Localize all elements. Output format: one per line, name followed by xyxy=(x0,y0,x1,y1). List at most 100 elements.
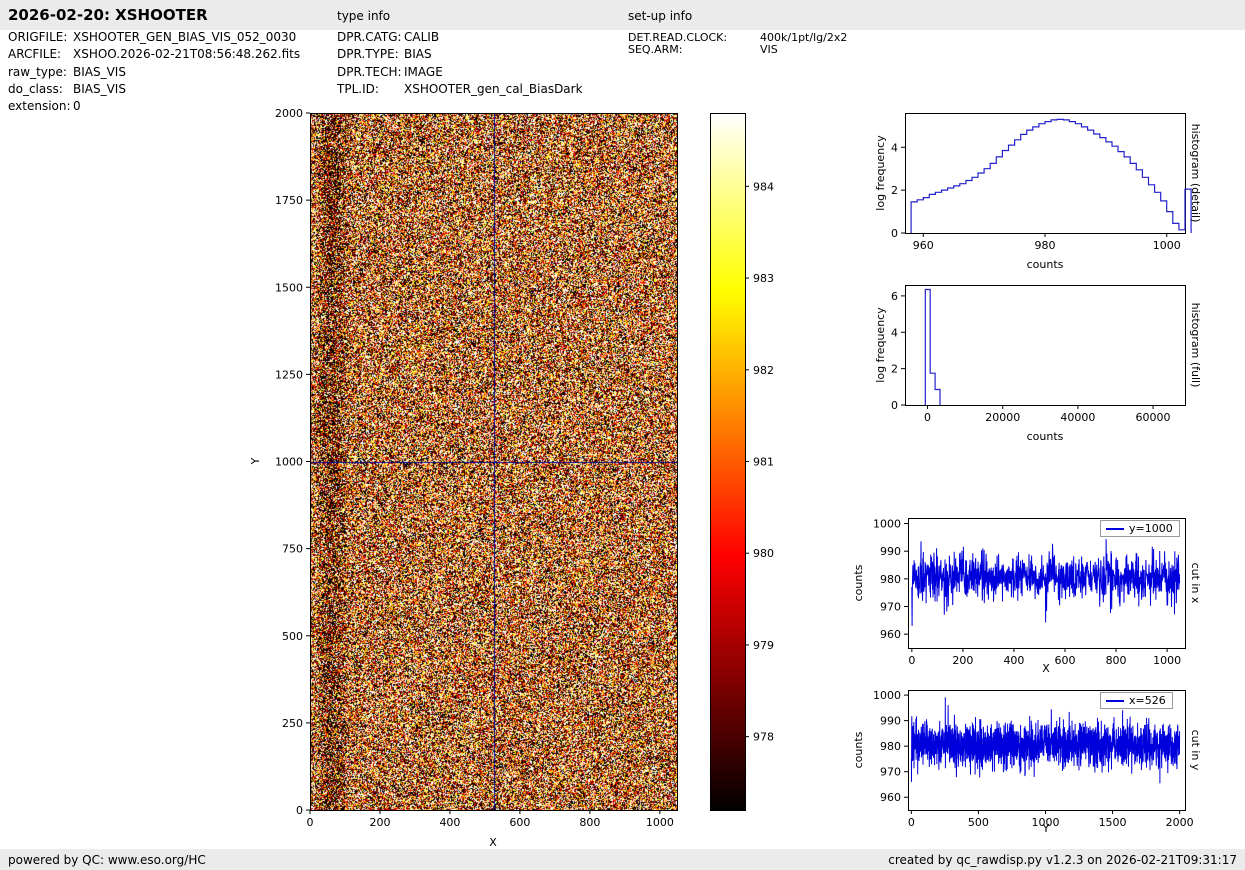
svg-text:1500: 1500 xyxy=(275,281,303,294)
meta-value: BIAS_VIS xyxy=(73,65,126,79)
cut-x-y-axis-label: counts xyxy=(851,483,865,683)
cut-y-x-axis-label: Y xyxy=(1001,822,1091,835)
hist-detail-y-axis-label: log frequency xyxy=(873,73,887,273)
svg-text:0: 0 xyxy=(908,816,915,829)
svg-text:0: 0 xyxy=(891,399,898,412)
hist-full-x-axis-label: counts xyxy=(1000,430,1090,443)
meta-key: DPR.TECH: xyxy=(337,65,402,79)
meta-key: TPL.ID: xyxy=(337,82,379,96)
svg-text:970: 970 xyxy=(880,601,901,614)
svg-text:981: 981 xyxy=(753,456,774,469)
cut-y-side-label: cut in y xyxy=(1189,650,1203,850)
svg-text:1000: 1000 xyxy=(275,456,303,469)
main-x-axis-label: X xyxy=(448,836,538,849)
cut-x-x-axis-label: X xyxy=(1001,662,1091,675)
svg-text:1000: 1000 xyxy=(873,689,901,702)
cut-y-legend-swatch xyxy=(1106,700,1124,702)
svg-text:980: 980 xyxy=(880,573,901,586)
svg-text:1000: 1000 xyxy=(1153,654,1181,667)
hist-full-y-axis-label: log frequency xyxy=(873,245,887,445)
svg-text:800: 800 xyxy=(579,816,600,829)
svg-text:400: 400 xyxy=(439,816,460,829)
svg-text:500: 500 xyxy=(282,630,303,643)
svg-text:2: 2 xyxy=(891,184,898,197)
svg-text:20000: 20000 xyxy=(985,411,1020,424)
page-title: 2026-02-20: XSHOOTER xyxy=(8,6,208,24)
qc-report-page: 2026-02-20: XSHOOTER type info set-up in… xyxy=(0,0,1245,870)
meta-row: DPR.TYPE: BIAS xyxy=(337,47,627,62)
meta-value: XSHOOTER_gen_cal_BiasDark xyxy=(404,82,583,96)
svg-text:983: 983 xyxy=(753,272,774,285)
svg-text:2: 2 xyxy=(891,363,898,376)
svg-text:500: 500 xyxy=(968,816,989,829)
main-y-axis-label: Y xyxy=(248,361,262,561)
svg-text:0: 0 xyxy=(924,411,931,424)
meta-key: DPR.CATG: xyxy=(337,30,402,44)
meta-row: DPR.CATG: CALIB xyxy=(337,30,627,45)
meta-value: VIS xyxy=(760,43,778,56)
svg-text:970: 970 xyxy=(880,766,901,779)
hist-detail-side-label: histogram (detail) xyxy=(1189,73,1203,273)
svg-text:1500: 1500 xyxy=(1099,816,1127,829)
svg-text:0: 0 xyxy=(908,654,915,667)
meta-value: IMAGE xyxy=(404,65,443,79)
meta-value: BIAS_VIS xyxy=(73,82,126,96)
cut-x-legend: y=1000 xyxy=(1100,520,1180,537)
svg-text:978: 978 xyxy=(753,731,774,744)
meta-row: DPR.TECH: IMAGE xyxy=(337,65,627,80)
svg-text:980: 980 xyxy=(880,740,901,753)
svg-text:979: 979 xyxy=(753,639,774,652)
cut-y-legend: x=526 xyxy=(1100,692,1173,709)
meta-row: TPL.ID: XSHOOTER_gen_cal_BiasDark xyxy=(337,82,627,97)
hist-full-side-label: histogram (full) xyxy=(1189,245,1203,445)
meta-row: do_class: BIAS_VIS xyxy=(8,82,328,97)
svg-text:960: 960 xyxy=(880,628,901,641)
meta-key: ORIGFILE: xyxy=(8,30,67,44)
svg-text:800: 800 xyxy=(1106,654,1127,667)
svg-text:980: 980 xyxy=(753,547,774,560)
meta-value: XSHOO.2026-02-21T08:56:48.262.fits xyxy=(73,47,300,61)
cut-x-legend-swatch xyxy=(1106,528,1124,530)
meta-key: DPR.TYPE: xyxy=(337,47,399,61)
cut-x-legend-label: y=1000 xyxy=(1129,522,1173,535)
svg-text:0: 0 xyxy=(891,227,898,240)
meta-key: extension: xyxy=(8,99,71,113)
meta-row: raw_type: BIAS_VIS xyxy=(8,65,328,80)
setup-info-heading: set-up info xyxy=(628,9,692,23)
type-info-heading: type info xyxy=(337,9,390,23)
svg-text:4: 4 xyxy=(891,326,898,339)
svg-text:0: 0 xyxy=(307,816,314,829)
svg-text:6: 6 xyxy=(891,290,898,303)
cut-y-y-axis-label: counts xyxy=(851,650,865,850)
svg-text:990: 990 xyxy=(880,715,901,728)
svg-text:40000: 40000 xyxy=(1060,411,1095,424)
svg-text:250: 250 xyxy=(282,717,303,730)
svg-text:982: 982 xyxy=(753,364,774,377)
cut-y-legend-label: x=526 xyxy=(1129,694,1166,707)
header-bar: 2026-02-20: XSHOOTER type info set-up in… xyxy=(0,0,1245,30)
meta-row: SEQ.ARM: VIS xyxy=(628,43,908,58)
meta-value: CALIB xyxy=(404,30,439,44)
svg-text:2000: 2000 xyxy=(1166,816,1194,829)
hist-detail-x-axis-label: counts xyxy=(1000,258,1090,271)
meta-value: BIAS xyxy=(404,47,432,61)
colorbar-canvas xyxy=(710,113,745,810)
svg-text:984: 984 xyxy=(753,180,774,193)
footer-bar: powered by QC: www.eso.org/HC created by… xyxy=(0,849,1245,870)
svg-text:200: 200 xyxy=(952,654,973,667)
svg-text:960: 960 xyxy=(880,791,901,804)
svg-text:990: 990 xyxy=(880,545,901,558)
svg-text:60000: 60000 xyxy=(1136,411,1171,424)
svg-text:1250: 1250 xyxy=(275,368,303,381)
meta-key: ARCFILE: xyxy=(8,47,61,61)
svg-text:1000: 1000 xyxy=(646,816,674,829)
meta-row: ARCFILE: XSHOO.2026-02-21T08:56:48.262.f… xyxy=(8,47,328,62)
svg-text:200: 200 xyxy=(369,816,390,829)
svg-text:1000: 1000 xyxy=(1153,239,1181,252)
cut-x-side-label: cut in x xyxy=(1189,483,1203,683)
footer-created-by: created by qc_rawdisp.py v1.2.3 on 2026-… xyxy=(888,853,1237,867)
main-image-canvas xyxy=(310,113,677,810)
meta-value: 0 xyxy=(73,99,81,113)
meta-row: ORIGFILE: XSHOOTER_GEN_BIAS_VIS_052_0030 xyxy=(8,30,328,45)
svg-text:960: 960 xyxy=(913,239,934,252)
